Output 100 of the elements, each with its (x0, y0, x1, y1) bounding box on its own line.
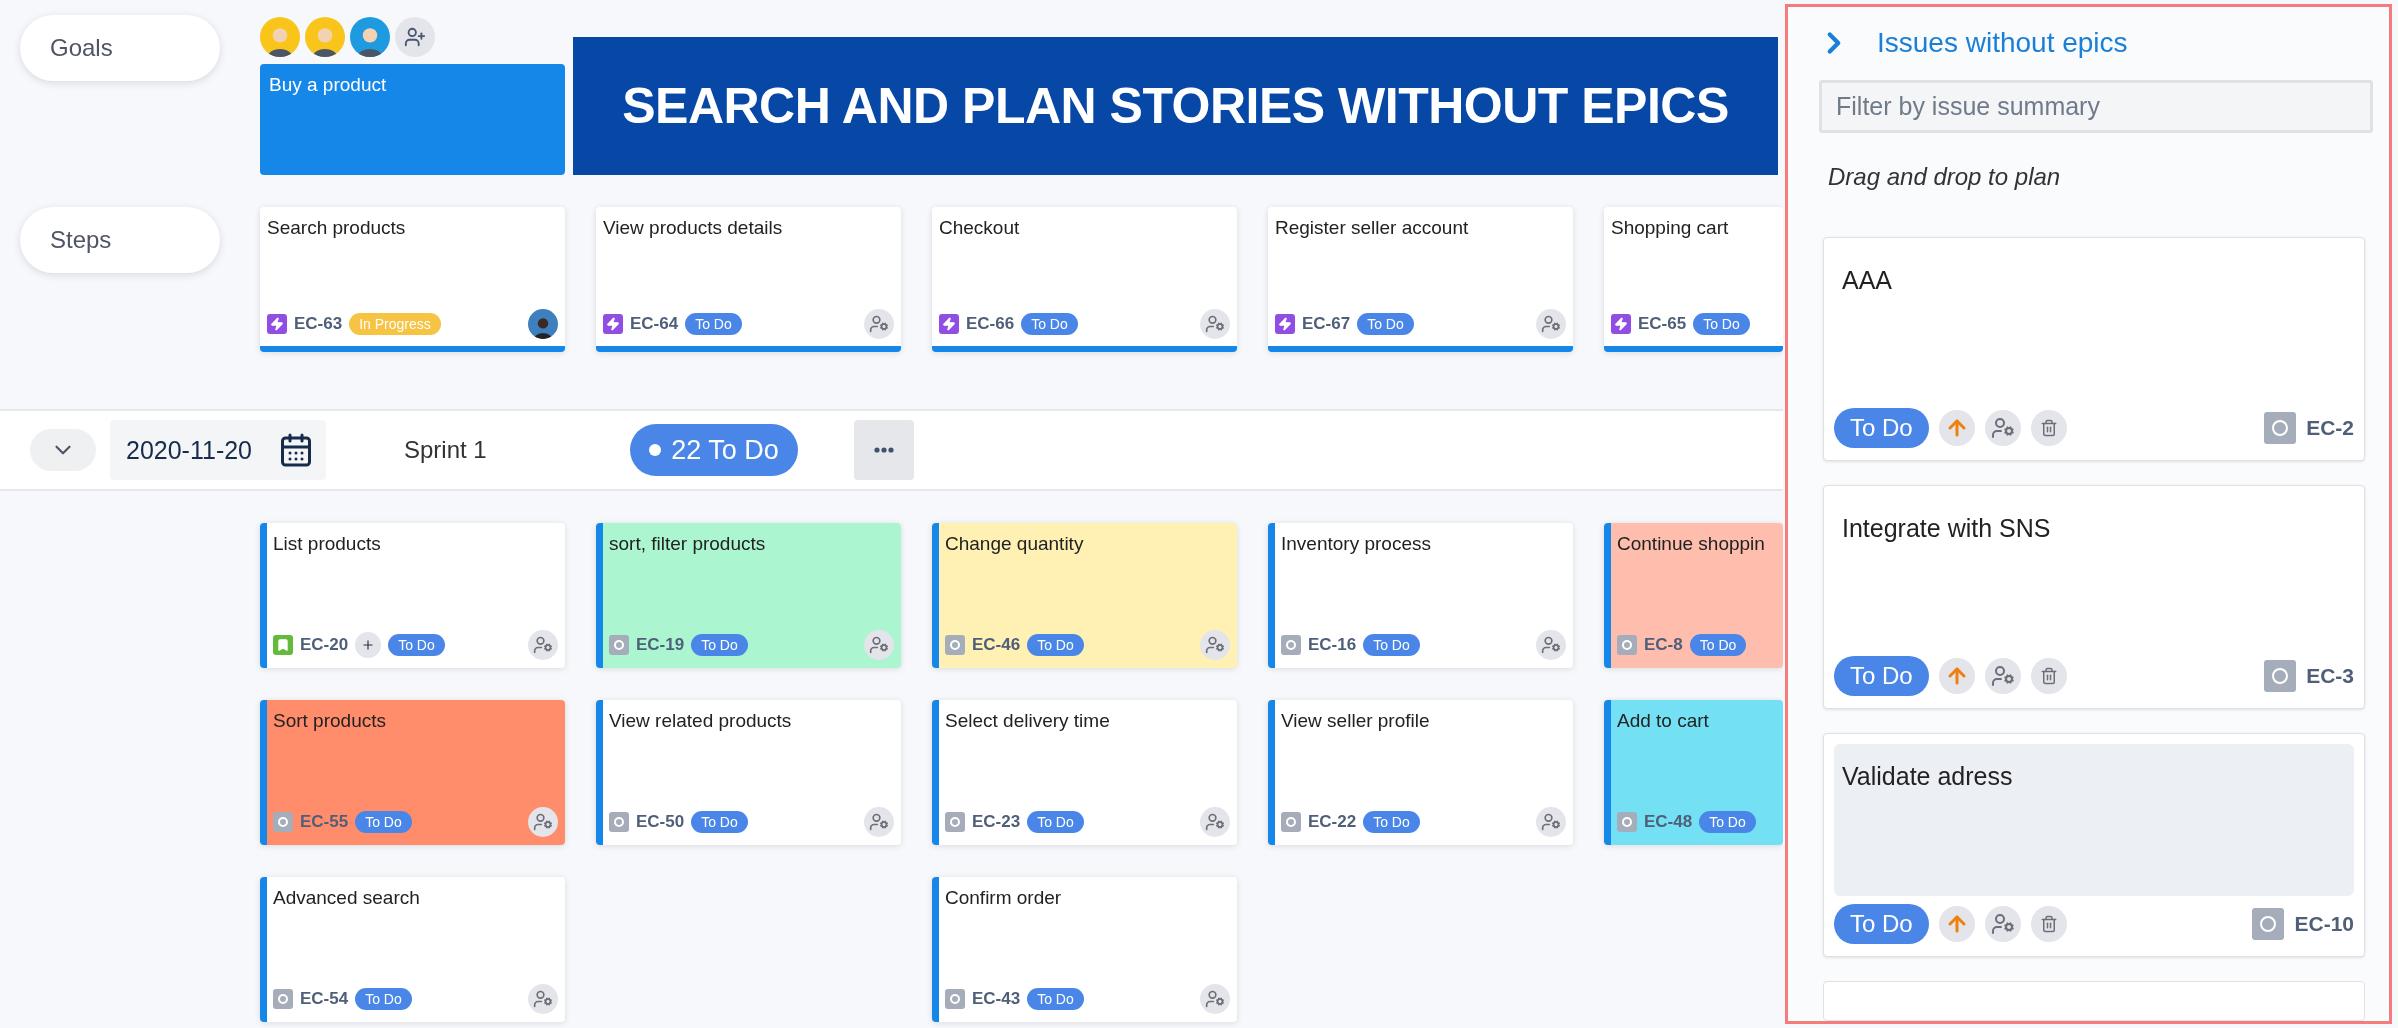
avatar-icon[interactable] (528, 309, 558, 339)
assign-user-button[interactable] (528, 630, 558, 660)
issue-key: EC-16 (1308, 635, 1357, 655)
assign-user-button[interactable] (1984, 410, 2021, 446)
status-badge[interactable]: To Do (1834, 656, 1929, 696)
issue-card[interactable]: Sort products EC-55 To Do (260, 700, 565, 845)
task-icon (609, 812, 629, 832)
issue-card[interactable]: Integrate with SNS To Do EC-3 (1823, 485, 2365, 709)
issue-card[interactable]: Validate adress To Do EC-10 (1823, 733, 2365, 957)
goal-card[interactable]: Buy a product (260, 64, 565, 175)
priority-button[interactable] (1938, 658, 1975, 694)
issue-card[interactable]: Register seller account EC-67 To Do (1268, 207, 1573, 352)
assign-user-button[interactable] (528, 807, 558, 837)
issue-card[interactable]: Continue shoppin EC-8 To Do (1604, 523, 1783, 668)
assign-user-button[interactable] (864, 630, 894, 660)
user-gear-icon (1541, 635, 1561, 655)
lightning-icon (1611, 314, 1631, 334)
assign-user-button[interactable] (1200, 630, 1230, 660)
member-avatar[interactable] (350, 17, 390, 57)
bookmark-icon (273, 635, 293, 655)
issue-card[interactable]: Change quantity EC-46 To Do (932, 523, 1237, 668)
assign-user-button[interactable] (1200, 807, 1230, 837)
delete-button[interactable] (2030, 658, 2067, 694)
status-badge: To Do (1363, 811, 1420, 833)
issue-card[interactable]: sort, filter products EC-19 To Do (596, 523, 901, 668)
user-gear-icon (533, 812, 553, 832)
issue-card[interactable]: View products details EC-64 To Do (596, 207, 901, 352)
issue-card[interactable]: Checkout EC-66 To Do (932, 207, 1237, 352)
issue-card[interactable]: Shopping cart EC-65 To Do (1604, 207, 1783, 352)
assign-user-button[interactable] (1536, 630, 1566, 660)
task-icon (945, 812, 965, 832)
delete-button[interactable] (2030, 906, 2067, 942)
issue-card[interactable]: View seller profile EC-22 To Do (1268, 700, 1573, 845)
assign-user-button[interactable] (1536, 309, 1566, 339)
assign-user-button[interactable] (864, 807, 894, 837)
hint-text: Drag and drop to plan (1828, 163, 2062, 191)
issue-card[interactable]: Inventory process EC-16 To Do (1268, 523, 1573, 668)
status-badge: To Do (1689, 634, 1747, 656)
task-icon (945, 635, 965, 655)
lightning-icon (267, 314, 287, 334)
card-title: Advanced search (273, 887, 421, 909)
issue-key: EC-23 (972, 812, 1021, 832)
assign-user-button[interactable] (1200, 309, 1230, 339)
issue-card[interactable]: AAA To Do EC-2 (1823, 237, 2365, 461)
assign-user-button[interactable] (1536, 807, 1566, 837)
card-title: View seller profile (1281, 710, 1431, 732)
priority-button[interactable] (1938, 906, 1975, 942)
user-gear-icon (1541, 314, 1561, 334)
issue-key: EC-8 (1644, 635, 1683, 655)
user-gear-icon (1205, 635, 1225, 655)
card-title: Checkout (939, 217, 1021, 239)
panel-title[interactable]: Issues without epics (1877, 27, 2128, 60)
issue-key: EC-54 (300, 989, 349, 1009)
issue-key: EC-2 (2306, 416, 2354, 440)
add-member-button[interactable] (395, 17, 435, 57)
issue-card[interactable]: Search products EC-63 In Progress (260, 207, 565, 352)
priority-button[interactable] (1938, 410, 1975, 446)
filter-field[interactable]: Filter by issue summary (1819, 79, 2373, 133)
status-badge: In Progress (349, 313, 441, 335)
user-gear-icon (1990, 416, 2015, 440)
member-avatar[interactable] (305, 17, 345, 57)
card-title: Shopping cart (1611, 217, 1730, 239)
status-badge[interactable]: To Do (1834, 904, 1929, 944)
assign-user-button[interactable] (1984, 906, 2021, 942)
status-badge[interactable]: To Do (1834, 408, 1929, 448)
task-icon (1281, 812, 1301, 832)
calendar-icon[interactable] (278, 432, 314, 468)
status-badge: To Do (388, 634, 445, 656)
issue-card[interactable]: Confirm order EC-43 To Do (932, 877, 1237, 1022)
dot-icon (649, 444, 662, 456)
issue-card[interactable]: Select delivery time EC-23 To Do (932, 700, 1237, 845)
user-gear-icon (533, 989, 553, 1009)
status-badge: To Do (1357, 313, 1414, 335)
task-icon (273, 989, 293, 1009)
add-button[interactable] (355, 632, 382, 658)
assign-user-button[interactable] (1200, 984, 1230, 1014)
assign-user-button[interactable] (528, 984, 558, 1014)
banner: SEARCH AND PLAN STORIES WITHOUT EPICS (573, 37, 1778, 175)
task-icon (945, 989, 965, 1009)
task-icon (1617, 812, 1637, 832)
row-label: Steps (20, 207, 220, 273)
issue-card[interactable]: View related products EC-50 To Do (596, 700, 901, 845)
user-gear-icon (869, 812, 889, 832)
delete-button[interactable] (2030, 410, 2067, 446)
issue-card[interactable]: Advanced search EC-54 To Do (260, 877, 565, 1022)
issue-key: EC-3 (2306, 664, 2354, 688)
user-plus-icon (404, 26, 426, 48)
issue-key: EC-63 (294, 314, 343, 334)
assign-user-button[interactable] (864, 309, 894, 339)
issue-key: EC-46 (972, 635, 1021, 655)
task-icon (1281, 635, 1301, 655)
issue-card[interactable]: Add to cart EC-48 To Do (1604, 700, 1783, 845)
issue-card[interactable]: List products EC-20 To Do (260, 523, 565, 668)
date-field[interactable]: 2020-11-20 (110, 420, 326, 480)
card-title: Register seller account (1275, 217, 1470, 239)
user-gear-icon (869, 314, 889, 334)
issue-key: EC-22 (1308, 812, 1357, 832)
card-title: Inventory process (1281, 533, 1432, 555)
assign-user-button[interactable] (1984, 658, 2021, 694)
member-avatar[interactable] (260, 17, 300, 57)
